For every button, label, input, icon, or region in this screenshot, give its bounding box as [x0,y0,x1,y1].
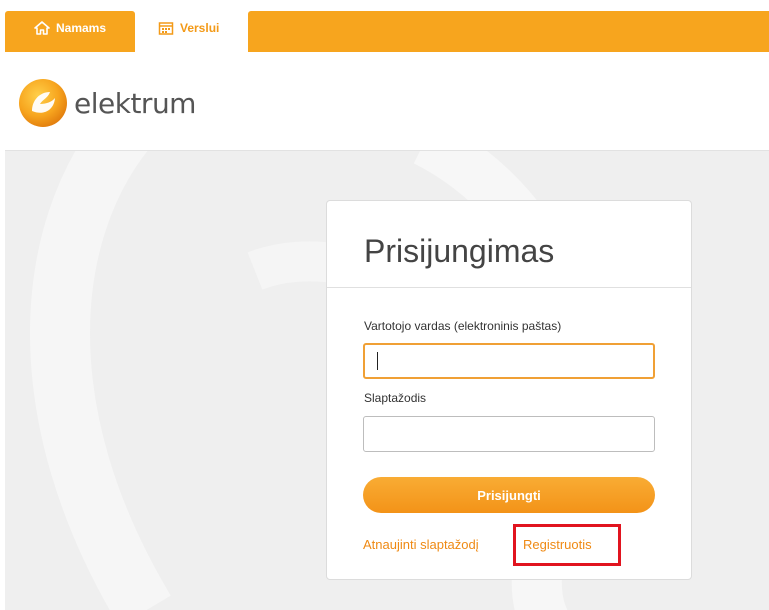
brand-logo[interactable]: elektrum [18,78,196,128]
home-icon [34,21,50,35]
top-bar-fill [248,11,769,52]
logo-text: elektrum [74,86,196,120]
password-label: Slaptažodis [364,391,427,405]
elektrum-logo-mark [19,79,67,127]
tab-namams[interactable]: Namams [5,11,135,52]
top-tab-bar: Namams Verslui [0,0,769,52]
login-title: Prisijungimas [364,233,555,269]
calendar-icon [158,21,174,35]
text-caret [377,352,378,370]
tab-namams-label: Namams [55,21,107,35]
page: Namams Verslui elektrum Prisijungimas Va… [0,0,769,610]
username-input[interactable] [363,343,655,379]
password-input[interactable] [363,416,655,452]
tab-verslui[interactable]: Verslui [136,11,248,52]
login-card: Prisijungimas Vartotojo vardas (elektron… [326,200,692,580]
register-highlight-box [513,524,621,566]
reset-password-link[interactable]: Atnaujinti slaptažodį [363,537,479,552]
card-divider [327,287,691,288]
tab-verslui-label: Verslui [180,21,220,35]
username-label: Vartotojo vardas (elektroninis paštas) [364,319,562,333]
login-button[interactable]: Prisijungti [363,477,655,513]
